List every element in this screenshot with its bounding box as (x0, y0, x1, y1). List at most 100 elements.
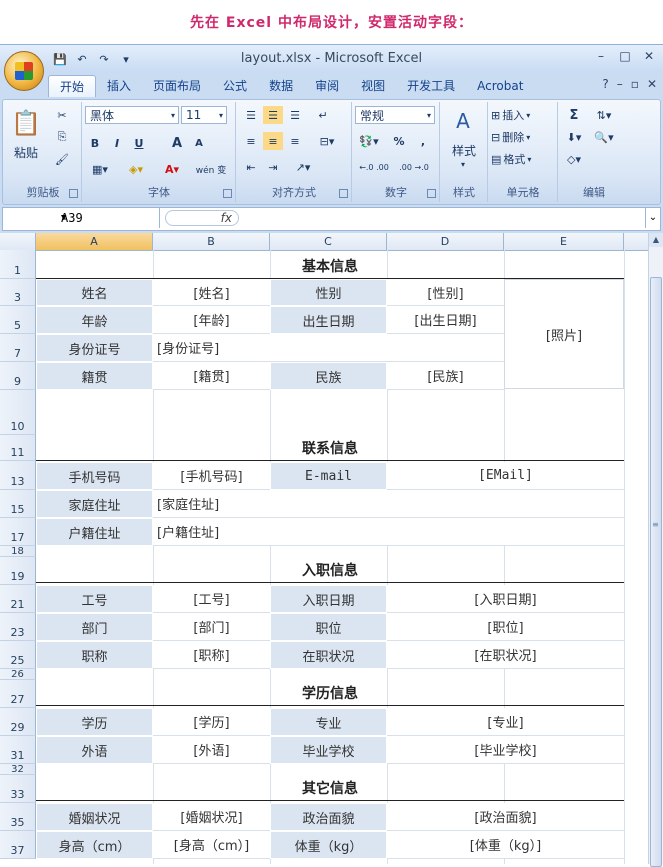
row-header[interactable]: 9 (0, 362, 36, 390)
increase-decimal-button[interactable]: ←.0 .00 (355, 158, 393, 176)
paste-icon[interactable]: 📋 (11, 106, 41, 140)
field-cell[interactable]: [职称] (153, 641, 270, 669)
column-header-d[interactable]: D (387, 233, 504, 250)
row-header[interactable]: 35 (0, 803, 36, 831)
cut-icon[interactable]: ✂ (53, 106, 71, 124)
field-cell[interactable]: [身份证号] (153, 334, 504, 362)
tab-acrobat[interactable]: Acrobat (466, 75, 534, 97)
row-header[interactable]: 11 (0, 435, 36, 461)
styles-icon[interactable]: A (449, 108, 477, 134)
field-cell[interactable]: [入职日期] (387, 585, 624, 613)
align-middle-icon[interactable]: ☰ (263, 106, 283, 124)
label-cell[interactable]: 出生日期 (270, 306, 387, 334)
insert-function-button[interactable]: fx (165, 210, 239, 226)
row-header[interactable]: 21 (0, 585, 36, 613)
number-format-select[interactable]: 常规 ▾ (355, 106, 435, 124)
copy-icon[interactable]: ⎘ (53, 128, 71, 146)
field-cell[interactable]: [姓名] (153, 279, 270, 306)
shrink-font-button[interactable]: A (189, 134, 209, 152)
font-launcher-icon[interactable] (223, 189, 232, 198)
styles-button[interactable]: 样式 (443, 142, 485, 158)
tab-formulas[interactable]: 公式 (212, 75, 258, 97)
scroll-up-icon[interactable]: ▲ (649, 233, 663, 247)
field-cell[interactable]: [籍贯] (153, 362, 270, 390)
field-cell[interactable]: [政治面貌] (387, 803, 624, 831)
close-button[interactable]: ✕ (641, 49, 657, 63)
label-cell[interactable]: 职称 (36, 641, 153, 669)
section-title-basic[interactable]: 基本信息 (36, 253, 624, 279)
label-cell[interactable]: 在职状况 (270, 641, 387, 669)
minimize-button[interactable]: – (593, 49, 609, 63)
tab-insert[interactable]: 插入 (96, 75, 142, 97)
insert-cells-button[interactable]: ⊞ 插入 ▾ (491, 106, 553, 124)
field-cell[interactable]: [性别] (387, 279, 504, 306)
formula-input[interactable] (243, 208, 644, 228)
scrollbar-thumb[interactable] (650, 277, 662, 867)
field-cell[interactable]: [在职状况] (387, 641, 624, 669)
percent-button[interactable]: % (389, 132, 409, 150)
field-cell[interactable]: [职位] (387, 613, 624, 641)
empty-cell[interactable] (36, 390, 153, 435)
italic-button[interactable]: I (107, 134, 127, 152)
row-header[interactable]: 13 (0, 461, 36, 490)
label-cell[interactable]: 身高（cm） (36, 831, 153, 859)
field-cell[interactable]: [户籍住址] (153, 518, 624, 546)
row-header[interactable]: 23 (0, 613, 36, 641)
doc-restore-button[interactable]: ▫ (631, 77, 639, 91)
column-header-e[interactable]: E (504, 233, 624, 250)
office-button[interactable] (4, 51, 44, 91)
decrease-decimal-button[interactable]: .00 →.0 (395, 158, 433, 176)
section-title-contact[interactable]: 联系信息 (36, 435, 624, 461)
row-header[interactable]: 25 (0, 641, 36, 669)
row-header[interactable]: 32 (0, 764, 36, 775)
column-header-b[interactable]: B (153, 233, 270, 250)
field-cell[interactable]: [手机号码] (153, 462, 270, 490)
label-cell[interactable]: 年龄 (36, 306, 153, 334)
clipboard-launcher-icon[interactable] (69, 189, 78, 198)
help-icon[interactable]: ? (602, 77, 608, 91)
label-cell[interactable]: 性别 (270, 279, 387, 306)
bold-button[interactable]: B (85, 134, 105, 152)
label-cell[interactable]: 户籍住址 (36, 518, 153, 546)
label-cell[interactable]: 家庭住址 (36, 490, 153, 518)
column-header-a[interactable]: A (36, 233, 153, 250)
label-cell[interactable]: 入职日期 (270, 585, 387, 613)
row-header[interactable]: 27 (0, 680, 36, 708)
label-cell[interactable]: 政治面貌 (270, 803, 387, 831)
field-cell[interactable]: [部门] (153, 613, 270, 641)
label-cell[interactable]: 职位 (270, 613, 387, 641)
underline-button[interactable]: U (129, 134, 149, 152)
select-all-corner[interactable] (0, 233, 36, 250)
name-box[interactable]: A39 ▼ (3, 208, 160, 228)
row-header[interactable]: 10 (0, 390, 36, 435)
field-cell[interactable]: [工号] (153, 585, 270, 613)
field-cell[interactable]: [EMail] (387, 462, 624, 490)
align-bottom-icon[interactable]: ☰ (285, 106, 305, 124)
label-cell[interactable]: 学历 (36, 708, 153, 736)
clear-icon[interactable]: ◇▾ (563, 150, 585, 168)
field-cell[interactable]: [体重（kg）] (387, 831, 624, 859)
section-title-edu[interactable]: 学历信息 (36, 680, 624, 706)
label-cell[interactable]: 姓名 (36, 279, 153, 306)
align-left-icon[interactable]: ≡ (241, 132, 261, 150)
number-launcher-icon[interactable] (427, 189, 436, 198)
tab-home[interactable]: 开始 (48, 75, 97, 97)
grow-font-button[interactable]: A (167, 134, 187, 152)
tab-review[interactable]: 审阅 (304, 75, 350, 97)
label-cell[interactable]: 专业 (270, 708, 387, 736)
currency-icon[interactable]: 💱▾ (355, 132, 383, 150)
field-cell[interactable]: [民族] (387, 362, 504, 390)
row-header[interactable]: 17 (0, 518, 36, 546)
label-cell[interactable]: 体重（kg） (270, 831, 387, 859)
row-header[interactable]: 29 (0, 708, 36, 736)
phonetic-button[interactable]: wén 变 (193, 160, 229, 178)
font-name-select[interactable]: 黑体 ▾ (85, 106, 179, 124)
row-header[interactable]: 19 (0, 557, 36, 585)
field-cell[interactable]: [专业] (387, 708, 624, 736)
label-cell[interactable]: 婚姻状况 (36, 803, 153, 831)
label-cell[interactable]: 籍贯 (36, 362, 153, 390)
row-header[interactable]: 7 (0, 334, 36, 362)
fill-icon[interactable]: ⬇▾ (563, 128, 585, 146)
label-cell[interactable]: 毕业学校 (270, 736, 387, 764)
tab-view[interactable]: 视图 (350, 75, 396, 97)
